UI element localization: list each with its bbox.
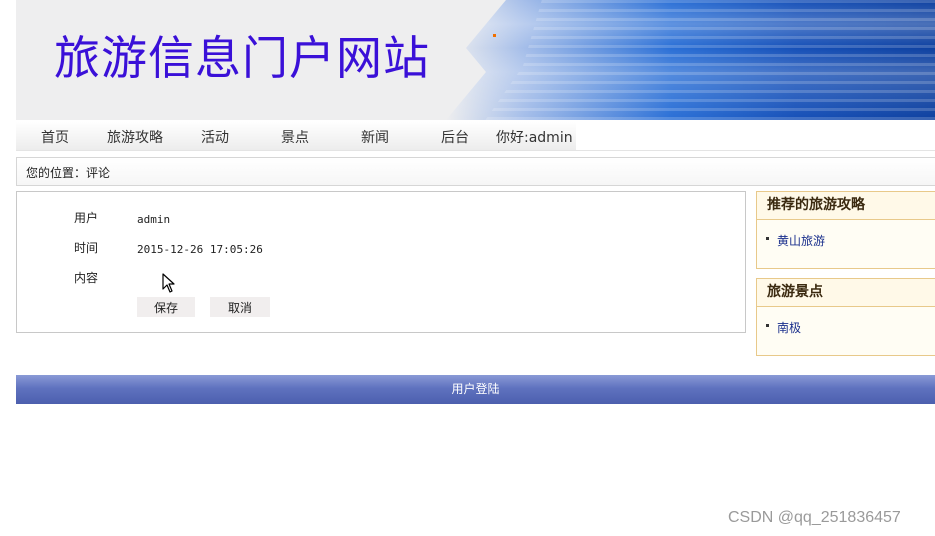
- user-label: 用户: [74, 211, 99, 225]
- nav-divider: [16, 150, 935, 151]
- user-login-bar[interactable]: 用户登陆: [16, 375, 935, 404]
- comment-form: 用户 admin 时间 2015-12-26 17:05:26 内容 保存 取消: [16, 191, 746, 333]
- list-item[interactable]: 黄山旅游: [766, 232, 935, 249]
- nav-item-activities[interactable]: 活动: [201, 127, 229, 147]
- nav-item-guides[interactable]: 旅游攻略: [107, 127, 163, 147]
- bullet-icon: [766, 237, 769, 240]
- guide-link[interactable]: 黄山旅游: [777, 234, 825, 248]
- time-label: 时间: [74, 241, 99, 255]
- list-item[interactable]: 南极: [766, 319, 935, 336]
- content-label: 内容: [74, 271, 99, 285]
- spot-link[interactable]: 南极: [777, 321, 801, 335]
- breadcrumb: 您的位置：评论: [16, 157, 935, 186]
- bullet-icon: [766, 324, 769, 327]
- nav-item-spots[interactable]: 景点: [281, 127, 309, 147]
- time-value: 2015-12-26 17:05:26: [137, 243, 263, 256]
- cancel-button[interactable]: 取消: [210, 297, 270, 317]
- mouse-cursor-icon: [162, 273, 175, 293]
- site-title: 旅游信息门户网站: [54, 31, 430, 85]
- sidebar-guides-list: 黄山旅游: [757, 220, 935, 249]
- banner-dot: [493, 34, 496, 37]
- nav-item-home[interactable]: 首页: [41, 127, 69, 147]
- watermark: CSDN @qq_251836457: [728, 509, 901, 526]
- sidebar-spots-panel: 旅游景点 南极: [756, 278, 935, 356]
- sidebar-guides-panel: 推荐的旅游攻略 黄山旅游: [756, 191, 935, 269]
- user-greeting: 你好:admin: [496, 130, 573, 146]
- main-nav: 首页 旅游攻略 活动 景点 新闻 后台 你好:admin: [16, 122, 576, 151]
- sidebar-spots-list: 南极: [757, 307, 935, 336]
- sidebar-spots-title: 旅游景点: [757, 279, 935, 307]
- breadcrumb-text: 您的位置：评论: [26, 166, 111, 180]
- user-value: admin: [137, 213, 171, 226]
- banner-graphic-lines: [485, 0, 935, 120]
- nav-item-admin[interactable]: 后台: [441, 127, 469, 147]
- nav-item-news[interactable]: 新闻: [361, 127, 389, 147]
- sidebar-guides-title: 推荐的旅游攻略: [757, 192, 935, 220]
- save-button[interactable]: 保存: [137, 297, 195, 317]
- header-banner: 旅游信息门户网站: [16, 0, 935, 120]
